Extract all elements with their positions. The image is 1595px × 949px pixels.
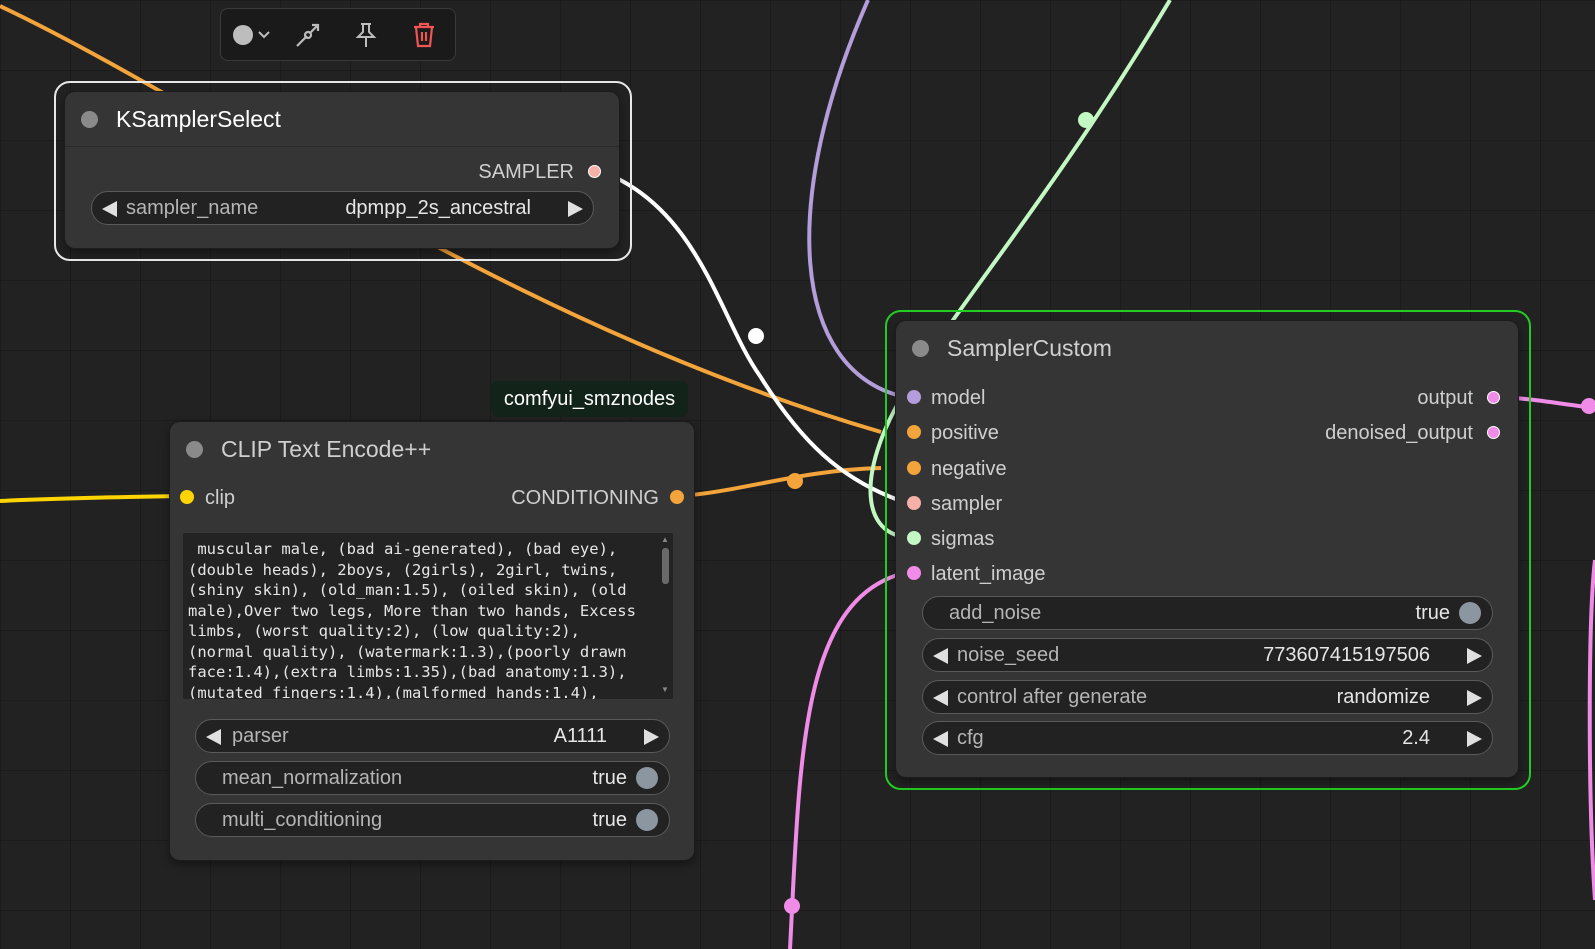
decrement-arrow-icon[interactable] — [933, 731, 948, 747]
node-title-bar[interactable]: CLIP Text Encode++ — [170, 422, 694, 476]
sigmas-input-dot[interactable] — [907, 531, 921, 545]
cfg-number[interactable]: cfg 2.4 — [922, 721, 1493, 755]
output-dot[interactable] — [1487, 391, 1500, 404]
textarea-scrollbar[interactable]: ▲ ▼ — [660, 536, 670, 696]
toggle-knob-icon[interactable] — [636, 767, 658, 789]
scroll-down-icon[interactable]: ▼ — [660, 686, 670, 694]
decrement-arrow-icon[interactable] — [933, 690, 948, 706]
control-after-generate-value: randomize — [1336, 686, 1430, 708]
scroll-up-icon[interactable]: ▲ — [660, 536, 670, 544]
node-source-badge: comfyui_smznodes — [491, 381, 688, 417]
sampler-name-label: sampler_name — [126, 197, 259, 219]
cfg-value: 2.4 — [1402, 727, 1430, 749]
collapse-dot-icon[interactable] — [186, 440, 203, 458]
add-noise-toggle[interactable]: add_noise true — [922, 596, 1493, 630]
ksampler-select-node[interactable]: KSamplerSelect SAMPLER sampler_name dpmp… — [65, 92, 619, 248]
increment-arrow-icon[interactable] — [644, 729, 659, 745]
sampler-input-label: sampler — [931, 493, 1003, 515]
prompt-textarea[interactable]: muscular male, (bad ai-generated), (bad … — [183, 533, 673, 699]
node-toolbar — [220, 8, 456, 61]
pin-icon — [355, 23, 377, 47]
clip-input-dot[interactable] — [180, 490, 194, 504]
positive-input-label: positive — [931, 422, 999, 444]
trash-icon — [414, 22, 434, 48]
node-title: SamplerCustom — [947, 334, 1112, 361]
output-label: output — [1417, 387, 1473, 409]
green-link-midpoint[interactable] — [1078, 112, 1094, 128]
model-input-dot[interactable] — [907, 390, 921, 404]
collapse-dot-icon[interactable] — [912, 339, 929, 357]
cfg-label: cfg — [957, 727, 984, 749]
bypass-icon — [296, 23, 320, 47]
node-title: CLIP Text Encode++ — [221, 435, 432, 462]
add-noise-value: true — [1415, 602, 1450, 624]
color-circle-icon — [233, 25, 270, 45]
decrement-arrow-icon[interactable] — [102, 201, 117, 217]
multi-conditioning-value: true — [592, 809, 627, 831]
conditioning-output-dot[interactable] — [670, 490, 684, 504]
multi-conditioning-toggle[interactable]: multi_conditioning true — [195, 803, 670, 837]
noise-seed-label: noise_seed — [957, 644, 1060, 666]
mean-normalization-value: true — [592, 767, 627, 789]
conditioning-output-label: CONDITIONING — [511, 487, 659, 509]
node-title: KSamplerSelect — [116, 105, 281, 132]
increment-arrow-icon[interactable] — [1467, 690, 1482, 706]
orange-link-midpoint[interactable] — [787, 473, 803, 489]
yellow-link-clip[interactable] — [0, 494, 184, 503]
pin-button[interactable] — [345, 15, 387, 55]
sampler-custom-node[interactable]: SamplerCustom model positive negative sa… — [896, 321, 1518, 777]
orange-link-negative[interactable] — [679, 466, 882, 498]
increment-arrow-icon[interactable] — [568, 201, 583, 217]
sampler-name-value: dpmpp_2s_ancestral — [345, 197, 531, 219]
bypass-button[interactable] — [287, 15, 329, 55]
pink-link-midpoint[interactable] — [784, 898, 800, 914]
toggle-knob-icon[interactable] — [1459, 602, 1481, 624]
clip-input-label: clip — [205, 487, 236, 509]
node-title-bar[interactable]: SamplerCustom — [896, 321, 1518, 375]
sampler-input-dot[interactable] — [907, 496, 921, 510]
parser-value: A1111 — [553, 725, 607, 747]
title-divider — [65, 146, 619, 147]
color-picker-button[interactable] — [231, 15, 273, 55]
negative-input-dot[interactable] — [907, 461, 921, 475]
sampler-output-label: SAMPLER — [478, 161, 574, 183]
toggle-knob-icon[interactable] — [636, 809, 658, 831]
node-title-bar[interactable]: KSamplerSelect — [65, 92, 619, 146]
pink-output-endpoint[interactable] — [1581, 398, 1595, 414]
latent-image-input-dot[interactable] — [907, 566, 921, 580]
mean-normalization-toggle[interactable]: mean_normalization true — [195, 761, 670, 795]
parser-combo[interactable]: parser A1111 — [195, 719, 670, 753]
increment-arrow-icon[interactable] — [1467, 648, 1482, 664]
positive-input-dot[interactable] — [907, 425, 921, 439]
control-after-generate-label: control after generate — [957, 686, 1148, 708]
denoised-output-dot[interactable] — [1487, 426, 1500, 439]
white-link-midpoint[interactable] — [748, 328, 764, 344]
decrement-arrow-icon[interactable] — [206, 729, 221, 745]
sigmas-input-label: sigmas — [931, 528, 995, 550]
scroll-thumb[interactable] — [662, 548, 669, 584]
parser-label: parser — [232, 725, 289, 747]
pink-link-right-edge[interactable] — [1587, 559, 1595, 901]
model-input-label: model — [931, 387, 986, 409]
control-after-generate-combo[interactable]: control after generate randomize — [922, 680, 1493, 714]
noise-seed-value: 773607415197506 — [1263, 644, 1430, 666]
negative-input-label: negative — [931, 458, 1007, 480]
collapse-dot-icon[interactable] — [81, 110, 98, 128]
decrement-arrow-icon[interactable] — [933, 648, 948, 664]
increment-arrow-icon[interactable] — [1467, 731, 1482, 747]
noise-seed-number[interactable]: noise_seed 773607415197506 — [922, 638, 1493, 672]
denoised-output-label: denoised_output — [1325, 422, 1473, 444]
multi-conditioning-label: multi_conditioning — [222, 809, 383, 831]
mean-normalization-label: mean_normalization — [222, 767, 403, 789]
sampler-output-dot[interactable] — [588, 165, 601, 178]
sampler-name-combo[interactable]: sampler_name dpmpp_2s_ancestral — [91, 191, 594, 225]
delete-button[interactable] — [403, 15, 445, 55]
latent-image-input-label: latent_image — [931, 563, 1046, 585]
add-noise-label: add_noise — [949, 602, 1042, 624]
